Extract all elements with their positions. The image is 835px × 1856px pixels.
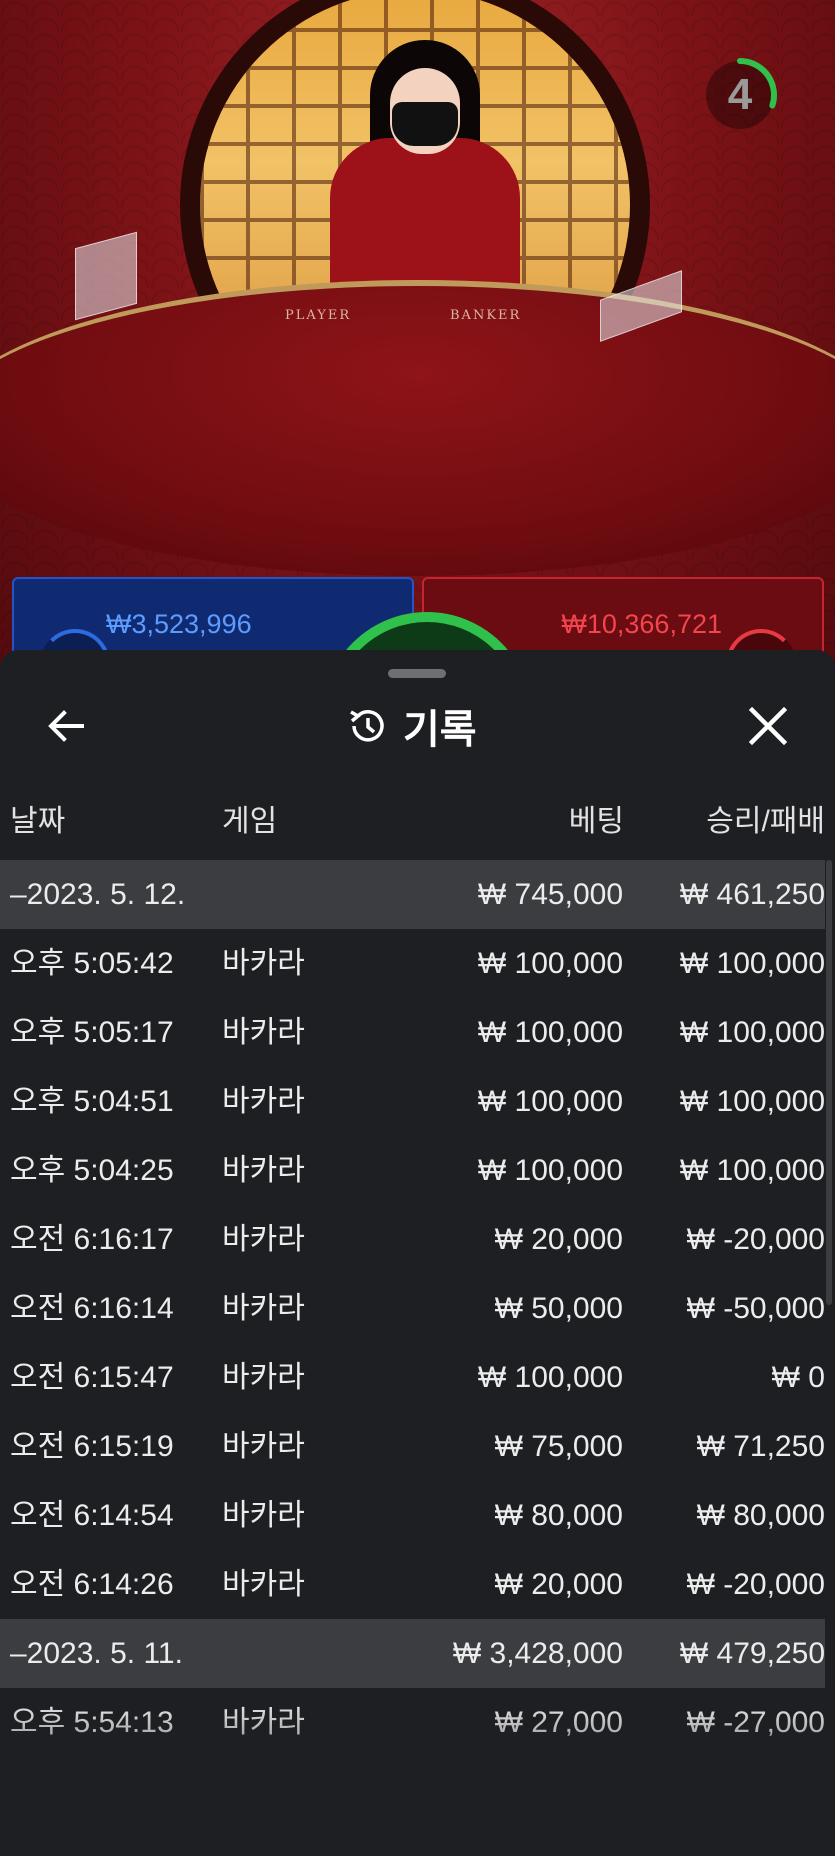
history-icon xyxy=(350,710,384,742)
row-game: 바카라 xyxy=(222,1085,305,1118)
row-result: ₩ 100,000 xyxy=(679,1085,825,1118)
banker-amount: ₩10,366,721 xyxy=(561,609,722,639)
row-result: ₩ 80,000 xyxy=(696,1499,825,1532)
row-game: 바카라 xyxy=(222,1223,305,1256)
column-header-game[interactable]: 게임 xyxy=(222,800,277,844)
row-date: 오전 6:15:47 xyxy=(10,1361,174,1394)
row-date: 오전 6:15:19 xyxy=(10,1430,174,1463)
row-date: 오후 5:54:13 xyxy=(10,1706,174,1739)
table-banker-label: BANKER xyxy=(450,308,522,323)
row-date: 오전 6:16:14 xyxy=(10,1292,174,1325)
row-bet: ₩ 80,000 xyxy=(494,1499,623,1532)
row-result: ₩ -20,000 xyxy=(686,1223,825,1256)
history-row[interactable]: 오후 5:04:25 바카라 ₩ 100,000 ₩ 100,000 xyxy=(0,1136,825,1205)
row-bet: ₩ 100,000 xyxy=(477,947,623,980)
dealer xyxy=(330,40,520,298)
row-game: 바카라 xyxy=(222,947,305,980)
row-date: 오후 5:05:42 xyxy=(10,947,174,980)
history-row[interactable]: 오전 6:16:17 바카라 ₩ 20,000 ₩ -20,000 xyxy=(0,1205,825,1274)
row-result: ₩ 0 xyxy=(771,1361,825,1394)
countdown-timer: 4 xyxy=(700,55,780,135)
row-result: ₩ 100,000 xyxy=(679,1154,825,1187)
history-sheet: 기록 날짜 게임 베팅 승리/패배 –2023. 5. 12. ₩ 745,000… xyxy=(0,650,835,1856)
row-date: 오전 6:16:17 xyxy=(10,1223,174,1256)
row-result: ₩ 461,250 xyxy=(679,878,825,911)
row-bet: ₩ 745,000 xyxy=(477,878,623,911)
baccarat-table xyxy=(0,280,835,576)
row-bet: ₩ 3,428,000 xyxy=(452,1637,623,1670)
history-row[interactable]: 오전 6:15:47 바카라 ₩ 100,000 ₩ 0 xyxy=(0,1343,825,1412)
column-header-result[interactable]: 승리/패배 xyxy=(706,800,825,844)
row-bet: ₩ 75,000 xyxy=(494,1430,623,1463)
arrow-left-icon xyxy=(48,710,84,742)
row-result: ₩ -27,000 xyxy=(686,1706,825,1739)
sheet-title-group: 기록 xyxy=(345,698,477,754)
history-row[interactable]: 오후 5:54:13 바카라 ₩ 27,000 ₩ -27,000 xyxy=(0,1688,825,1757)
history-list: –2023. 5. 12. ₩ 745,000 ₩ 461,250 오후 5:05:4… xyxy=(0,860,825,1757)
scrollbar[interactable] xyxy=(826,860,832,1305)
row-game: 바카라 xyxy=(222,1154,305,1187)
history-row[interactable]: 오전 6:14:54 바카라 ₩ 80,000 ₩ 80,000 xyxy=(0,1481,825,1550)
close-button[interactable] xyxy=(740,698,796,754)
column-headers: 날짜 게임 베팅 승리/패배 xyxy=(0,800,835,844)
row-game: 바카라 xyxy=(222,1430,305,1463)
row-date: 오후 5:05:17 xyxy=(10,1016,174,1049)
row-game: 바카라 xyxy=(222,1499,305,1532)
date-group-row[interactable]: –2023. 5. 12. ₩ 745,000 ₩ 461,250 xyxy=(0,860,825,929)
row-date: 오전 6:14:54 xyxy=(10,1499,174,1532)
close-icon xyxy=(748,706,788,746)
row-bet: ₩ 100,000 xyxy=(477,1361,623,1394)
row-bet: ₩ 100,000 xyxy=(477,1085,623,1118)
row-bet: ₩ 20,000 xyxy=(494,1568,623,1601)
timer-value: 4 xyxy=(727,70,753,119)
row-date: –2023. 5. 11. xyxy=(10,1637,183,1670)
row-game: 바카라 xyxy=(222,1361,305,1394)
row-game: 바카라 xyxy=(222,1016,305,1049)
row-result: ₩ 100,000 xyxy=(679,1016,825,1049)
row-date: 오전 6:14:26 xyxy=(10,1568,174,1601)
column-header-bet[interactable]: 베팅 xyxy=(569,800,624,844)
date-group-row[interactable]: –2023. 5. 11. ₩ 3,428,000 ₩ 479,250 xyxy=(0,1619,825,1688)
row-result: ₩ 71,250 xyxy=(696,1430,825,1463)
row-date: 오후 5:04:51 xyxy=(10,1085,174,1118)
drag-handle[interactable] xyxy=(388,669,446,678)
history-row[interactable]: 오후 5:04:51 바카라 ₩ 100,000 ₩ 100,000 xyxy=(0,1067,825,1136)
row-game: 바카라 xyxy=(222,1568,305,1601)
history-row[interactable]: 오후 5:05:17 바카라 ₩ 100,000 ₩ 100,000 xyxy=(0,998,825,1067)
row-result: ₩ -20,000 xyxy=(686,1568,825,1601)
row-result: ₩ -50,000 xyxy=(686,1292,825,1325)
row-bet: ₩ 50,000 xyxy=(494,1292,623,1325)
row-game: 바카라 xyxy=(222,1292,305,1325)
row-result: ₩ 100,000 xyxy=(679,947,825,980)
player-amount: ₩3,523,996 xyxy=(106,609,252,639)
history-row[interactable]: 오후 5:05:42 바카라 ₩ 100,000 ₩ 100,000 xyxy=(0,929,825,998)
column-header-date[interactable]: 날짜 xyxy=(10,800,65,844)
history-row[interactable]: 오전 6:15:19 바카라 ₩ 75,000 ₩ 71,250 xyxy=(0,1412,825,1481)
history-row[interactable]: 오전 6:16:14 바카라 ₩ 50,000 ₩ -50,000 xyxy=(0,1274,825,1343)
table-player-label: PLAYER xyxy=(285,308,352,323)
row-game: 바카라 xyxy=(222,1706,305,1739)
row-date: 오후 5:04:25 xyxy=(10,1154,174,1187)
row-date: –2023. 5. 12. xyxy=(10,878,186,911)
sheet-header: 기록 xyxy=(0,678,835,778)
row-bet: ₩ 27,000 xyxy=(494,1706,623,1739)
row-result: ₩ 479,250 xyxy=(679,1637,825,1670)
row-bet: ₩ 20,000 xyxy=(494,1223,623,1256)
back-button[interactable] xyxy=(40,698,96,754)
history-row[interactable]: 오전 6:14:26 바카라 ₩ 20,000 ₩ -20,000 xyxy=(0,1550,825,1619)
sheet-title: 기록 xyxy=(403,708,477,752)
row-bet: ₩ 100,000 xyxy=(477,1016,623,1049)
row-bet: ₩ 100,000 xyxy=(477,1154,623,1187)
